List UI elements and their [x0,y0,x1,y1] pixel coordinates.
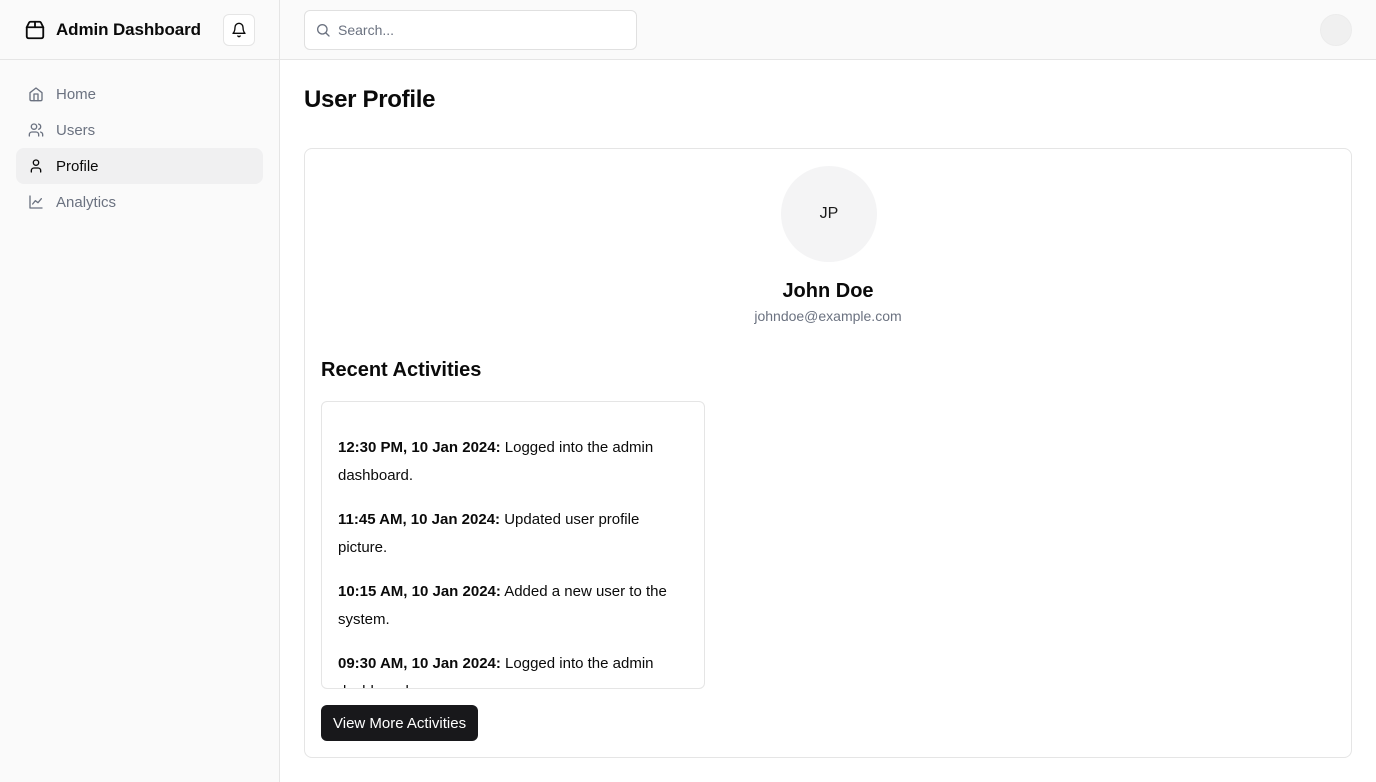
bell-icon [231,22,247,38]
notifications-button[interactable] [223,14,255,46]
activity-time: 10:15 AM, 10 Jan 2024: [338,583,501,600]
activity-time: 09:30 AM, 10 Jan 2024: [338,655,501,672]
profile-email: johndoe@example.com [754,308,902,324]
search-icon [315,22,331,38]
sidebar: Admin Dashboard Home Users Profile Analy… [0,0,280,782]
recent-activities-title: Recent Activities [321,359,482,381]
list-item: 12:30 PM, 10 Jan 2024: Logged into the a… [338,434,688,490]
page-title: User Profile [304,86,436,113]
user-avatar-button[interactable] [1320,14,1352,46]
search-box[interactable] [304,10,637,50]
brand[interactable]: Admin Dashboard [24,19,201,41]
activity-time: 12:30 PM, 10 Jan 2024: [338,439,501,456]
sidebar-item-analytics[interactable]: Analytics [16,184,263,220]
list-item: 09:30 AM, 10 Jan 2024: Logged into the a… [338,650,688,688]
avatar-initials: JP [819,205,839,222]
line-chart-icon [28,194,44,210]
sidebar-item-users[interactable]: Users [16,112,263,148]
search-input[interactable] [338,22,618,38]
sidebar-header: Admin Dashboard [0,0,279,60]
view-more-activities-button[interactable]: View More Activities [321,705,479,741]
users-icon [28,122,44,138]
sidebar-item-label: Home [56,85,97,103]
sidebar-item-label: Profile [56,157,99,175]
activity-list[interactable]: 12:30 PM, 10 Jan 2024: Logged into the a… [321,401,705,689]
list-item: 10:15 AM, 10 Jan 2024: Added a new user … [338,578,688,634]
sidebar-item-home[interactable]: Home [16,76,263,112]
sidebar-item-label: Analytics [56,193,117,211]
sidebar-item-label: Users [56,121,96,139]
package-icon [24,19,46,41]
sidebar-nav: Home Users Profile Analytics [0,60,279,236]
home-icon [28,86,44,102]
app-title: Admin Dashboard [56,19,201,39]
user-icon [28,158,44,174]
sidebar-item-profile[interactable]: Profile [16,148,263,184]
list-item: 11:45 AM, 10 Jan 2024: Updated user prof… [338,506,688,562]
activity-time: 11:45 AM, 10 Jan 2024: [338,511,501,528]
profile-avatar: JP [781,166,877,262]
profile-card: JP John Doe johndoe@example.com Recent A… [304,148,1352,758]
top-bar [280,0,1376,60]
profile-name: John Doe [782,280,874,302]
